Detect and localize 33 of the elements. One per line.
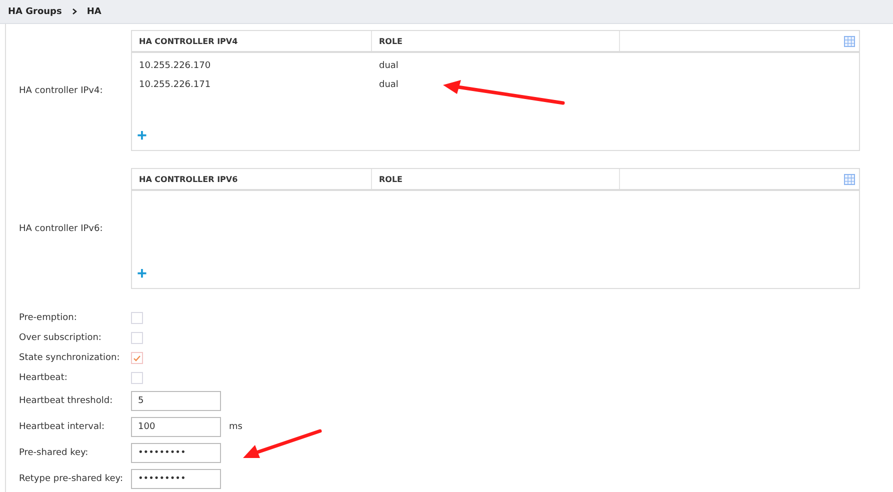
input-field[interactable]: ••••••••• — [131, 443, 221, 463]
checkbox[interactable] — [131, 312, 143, 324]
table-cell-text: dual — [378, 80, 400, 90]
field-label: Pre-emption: — [18, 313, 77, 323]
input-field[interactable]: 5 — [131, 391, 221, 411]
table-cell-text: dual — [378, 60, 400, 70]
table-cell-text: 10.255.226.171 — [138, 80, 212, 90]
breadcrumb-link[interactable]: HA — [86, 6, 102, 16]
field-label: Heartbeat: — [18, 373, 68, 383]
grid-icon[interactable] — [844, 36, 855, 46]
column-header[interactable]: HA CONTROLLER IPV4 — [132, 31, 372, 51]
field-label: Retype pre-shared key: — [18, 474, 124, 484]
field-label: Heartbeat threshold: — [18, 396, 113, 406]
chevron-icon — [72, 8, 77, 15]
input-field[interactable]: ••••••••• — [131, 469, 221, 489]
grid-icon[interactable] — [844, 174, 855, 184]
field-label: HA controller IPv6: — [18, 224, 104, 234]
column-header[interactable]: ROLE — [372, 31, 620, 51]
column-header[interactable]: HA CONTROLLER IPV6 — [132, 169, 372, 189]
field-label: HA controller IPv4: — [18, 86, 104, 96]
field-label: Over subscription: — [18, 333, 102, 343]
breadcrumb-link[interactable]: HA Groups — [8, 6, 62, 16]
check-icon — [133, 354, 141, 362]
checkbox[interactable] — [131, 372, 143, 384]
unit-label: ms — [228, 422, 242, 432]
field-label: State synchronization: — [18, 353, 120, 363]
column-header[interactable]: ROLE — [372, 169, 620, 189]
field-label: Pre-shared key: — [18, 448, 88, 458]
checkbox[interactable] — [131, 352, 143, 364]
checkbox[interactable] — [131, 332, 143, 344]
table-cell-text: 10.255.226.170 — [138, 60, 212, 70]
input-field[interactable]: 100 — [131, 417, 221, 437]
field-label: Heartbeat interval: — [18, 422, 105, 432]
